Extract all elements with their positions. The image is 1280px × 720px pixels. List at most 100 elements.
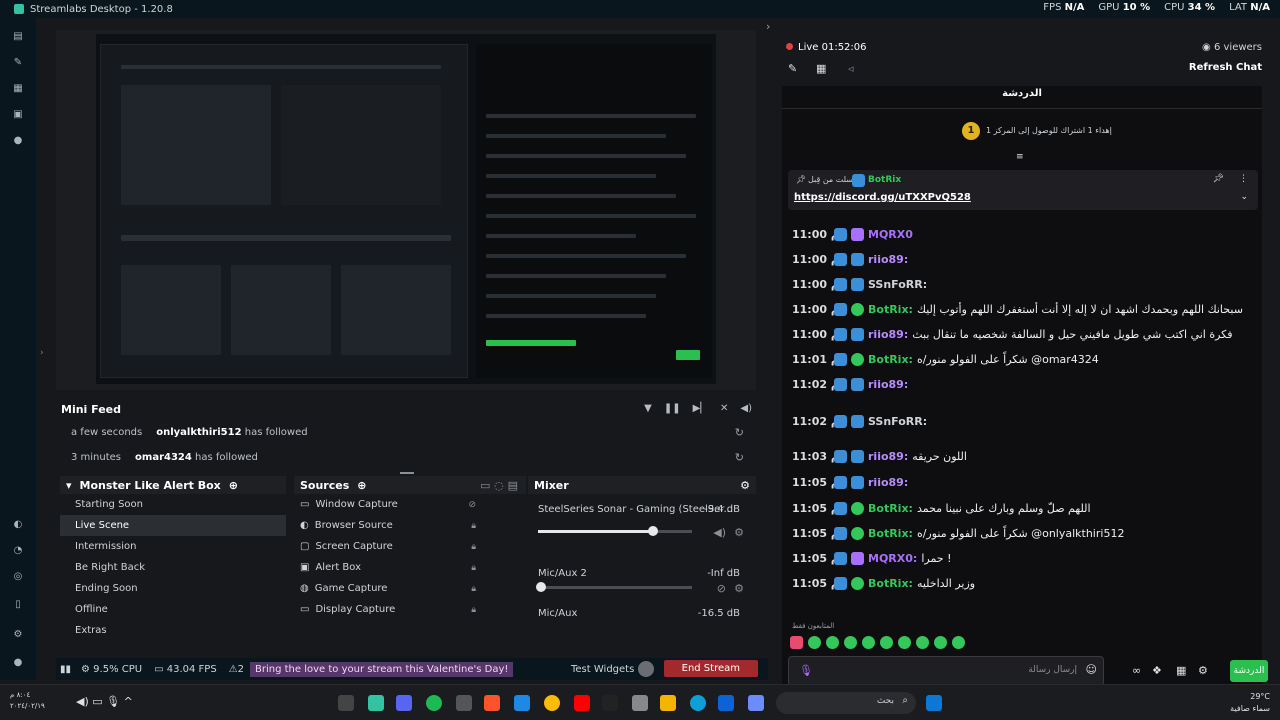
settings-icon[interactable]: ⚙ <box>13 630 23 640</box>
source-item[interactable]: ◍ Game Capture 🔒︎ <box>294 578 526 599</box>
app-icon-1[interactable] <box>338 695 354 711</box>
scene-item[interactable]: Intermission <box>60 536 286 557</box>
themes-icon[interactable]: ✎ <box>13 58 23 68</box>
message-username[interactable]: riio89: <box>868 328 908 341</box>
scroll-indicator-icon[interactable]: ≡ <box>1016 152 1024 162</box>
share-icon[interactable]: ◃ <box>848 62 854 75</box>
source-item[interactable]: ▣ Alert Box 🔒︎ <box>294 557 526 578</box>
editor-icon[interactable]: ▤ <box>13 32 23 42</box>
app-icon-11[interactable] <box>632 695 648 711</box>
mute-alerts-icon[interactable]: ✕ <box>720 403 728 414</box>
lock-icon[interactable]: 🔒︎ <box>471 563 476 573</box>
hidden-icon[interactable]: ⊘ <box>468 500 476 510</box>
pause-icon[interactable]: ❚❚ <box>664 403 681 414</box>
message-username[interactable]: BotRix: <box>868 577 913 590</box>
collapse-icon[interactable]: ▾ <box>66 479 72 492</box>
mixer-settings-icon[interactable]: ⚙ <box>740 479 750 492</box>
message-username[interactable]: riio89: <box>868 378 908 391</box>
help-icon[interactable]: ◔ <box>13 546 23 556</box>
discord-app-icon[interactable] <box>396 695 412 711</box>
message-username[interactable]: BotRix: <box>868 502 913 515</box>
clock[interactable]: ٨:٠٤ م ٢٠٢٤/٠٢/١٩ <box>10 690 45 712</box>
weather-widget[interactable]: 29°C سماء صافية <box>1230 691 1270 715</box>
speaker-icon[interactable]: ◀) <box>713 526 726 539</box>
spotify-app-icon[interactable] <box>426 695 442 711</box>
lock-icon[interactable]: 🔒︎ <box>471 521 476 531</box>
edge-app-icon[interactable] <box>690 695 706 711</box>
repeat-alert-icon[interactable]: ↻ <box>735 426 744 439</box>
source-item[interactable]: ▭ Display Capture 🔒︎ <box>294 599 526 620</box>
lock-icon[interactable]: 🔒︎ <box>471 542 476 552</box>
streamlabs-app-icon[interactable] <box>368 695 384 711</box>
scene-item[interactable]: Ending Soon <box>60 578 286 599</box>
record-icon[interactable]: ● <box>13 136 23 146</box>
obs-app-icon[interactable] <box>456 695 472 711</box>
bits-icon[interactable]: ∞ <box>1132 664 1141 677</box>
tiktok-app-icon[interactable] <box>602 695 618 711</box>
expand-left-icon[interactable]: › <box>40 348 44 358</box>
end-stream-button[interactable]: End Stream <box>663 660 758 677</box>
chat-settings-icon[interactable]: ⚙ <box>1198 664 1208 677</box>
studio-mode-icon[interactable]: ▯ <box>13 600 23 610</box>
stream-preview[interactable] <box>56 30 756 390</box>
file-explorer-icon[interactable] <box>660 695 676 711</box>
source-item[interactable]: ▭ Window Capture ⊘ <box>294 494 526 515</box>
valentine-promo[interactable]: Bring the love to your stream this Valen… <box>250 661 514 677</box>
muted-mic-icon[interactable]: ⊘ <box>717 582 726 595</box>
repeat-alert-icon[interactable]: ↻ <box>735 451 744 464</box>
message-username[interactable]: riio89: <box>868 253 908 266</box>
layout-icon[interactable]: ▣ <box>13 110 23 120</box>
profile-icon[interactable]: ● <box>13 658 23 668</box>
message-username[interactable]: SSnFoRR: <box>868 278 927 291</box>
edit-stream-icon[interactable]: ✎ <box>788 62 797 75</box>
mail-app-icon[interactable] <box>718 695 734 711</box>
add-scene-icon[interactable]: ⊕ <box>229 479 238 492</box>
windows-start-icon[interactable] <box>926 695 942 711</box>
youtube-app-icon[interactable] <box>574 695 590 711</box>
source-tools-icon[interactable]: ▭ ◌ ▤ <box>480 479 518 492</box>
copilot-app-icon[interactable] <box>748 695 764 711</box>
message-username[interactable]: riio89: <box>868 476 908 489</box>
message-username[interactable]: SSnFoRR: <box>868 415 927 428</box>
source-item[interactable]: ◐ Browser Source 🔒︎ <box>294 515 526 536</box>
scene-item[interactable]: Offline <box>60 599 286 620</box>
message-username[interactable]: BotRix: <box>868 353 913 366</box>
store-icon[interactable]: ▦ <box>13 84 23 94</box>
stats-chart-icon[interactable]: ▮▮ <box>60 664 71 675</box>
volume-icon[interactable]: ◀) <box>740 403 752 414</box>
message-username[interactable]: BotRix: <box>868 303 913 316</box>
warning-badge[interactable]: ⚠2 <box>229 664 244 675</box>
scene-item[interactable]: Be Right Back <box>60 557 286 578</box>
taskbar-search[interactable]: بحث ⌕ <box>776 692 916 714</box>
test-widgets-button[interactable]: Test Widgets <box>571 664 634 675</box>
scene-item[interactable]: Starting Soon <box>60 494 286 515</box>
message-username[interactable]: MQRX0 <box>868 228 913 241</box>
channel-settings-icon[interactable]: ⚙ <box>734 526 744 539</box>
refresh-chat-button[interactable]: Refresh Chat <box>1189 62 1262 73</box>
chat-send-button[interactable]: الدردشة <box>1230 660 1268 682</box>
dashboard-icon[interactable]: ◐ <box>13 520 23 530</box>
unpin-icon[interactable]: 📌︎ <box>1213 174 1224 184</box>
lock-icon[interactable]: 🔒︎ <box>471 584 476 594</box>
source-item[interactable]: ▢ Screen Capture 🔒︎ <box>294 536 526 557</box>
scene-collection-header[interactable]: ▾ Monster Like Alert Box ⊕ ⇹ <box>60 476 345 494</box>
skip-icon[interactable]: ▶▏ <box>693 403 708 414</box>
mic-icon[interactable]: 🎙︎ <box>799 664 813 677</box>
scene-item[interactable]: Live Scene <box>60 515 286 536</box>
chevron-down-icon[interactable]: ⌄ <box>1240 192 1248 202</box>
pinned-link[interactable]: https://discord.gg/uTXXPvQ528 <box>794 192 971 203</box>
volume-slider[interactable] <box>538 526 692 536</box>
emoji-icon[interactable]: ☺ <box>1086 663 1097 676</box>
apps-icon[interactable]: ◎ <box>13 572 23 582</box>
dashboard-icon[interactable]: ▦ <box>816 62 826 75</box>
store-icon[interactable]: ▦ <box>1176 664 1186 677</box>
more-options-icon[interactable]: ⋮ <box>1239 174 1248 184</box>
message-username[interactable]: riio89: <box>868 450 908 463</box>
brave-app-icon[interactable] <box>484 695 500 711</box>
feed-resize-handle[interactable] <box>400 472 414 474</box>
chrome-app-icon[interactable] <box>544 695 560 711</box>
message-username[interactable]: MQRX0: <box>868 552 917 565</box>
app-icon-7[interactable] <box>514 695 530 711</box>
tray-icons[interactable]: ◀) ▭ 🎙︎ ^ <box>76 695 133 708</box>
volume-slider[interactable] <box>536 582 692 592</box>
